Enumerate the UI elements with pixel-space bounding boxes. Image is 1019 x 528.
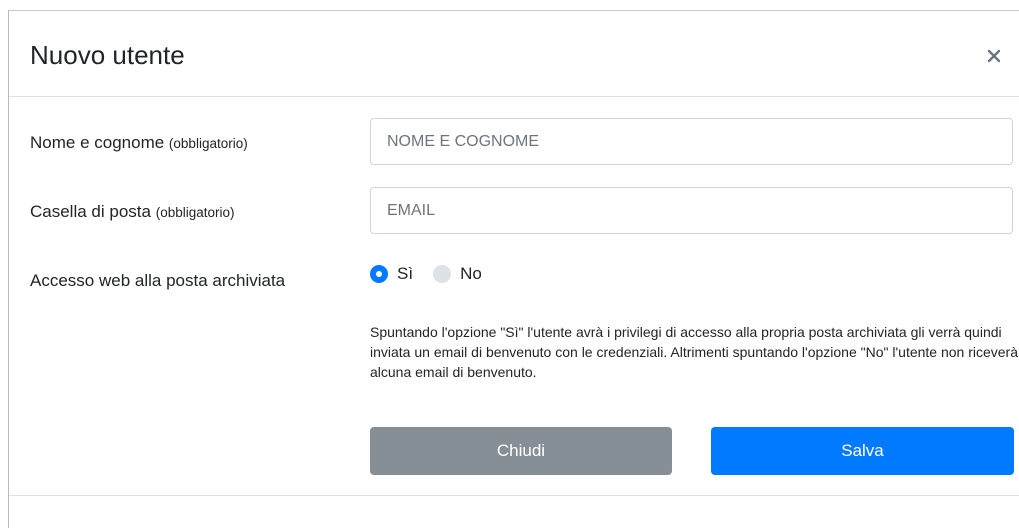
email-required-note: (obbligatorio) [155, 205, 235, 220]
name-input[interactable] [370, 118, 1013, 165]
new-user-modal: Nuovo utente Nome e cognome (obbligatori… [8, 10, 1019, 528]
radio-yes-checked-indicator[interactable] [370, 265, 388, 283]
close-icon [987, 49, 1001, 63]
footer-divider [9, 495, 1019, 496]
web-access-label: Accesso web alla posta archiviata [30, 271, 286, 290]
email-input[interactable] [370, 187, 1013, 234]
radio-no-label: No [460, 264, 482, 283]
email-label-text: Casella di posta [30, 202, 151, 221]
name-required-note: (obbligatorio) [168, 136, 248, 151]
close-dialog-button[interactable]: Chiudi [370, 427, 672, 475]
name-label: Nome e cognome (obbligatorio) [30, 133, 248, 153]
close-button[interactable] [983, 45, 1005, 67]
web-access-radio-group: Sì No [370, 263, 502, 285]
radio-option-yes[interactable]: Sì [370, 264, 413, 284]
name-label-text: Nome e cognome [30, 133, 165, 152]
save-button[interactable]: Salva [711, 427, 1014, 475]
web-access-help-text: Spuntando l'opzione "Sì" l'utente avrà i… [370, 324, 1019, 380]
email-label: Casella di posta (obbligatorio) [30, 202, 235, 222]
radio-yes-label: Sì [397, 264, 414, 283]
modal-title: Nuovo utente [30, 40, 185, 70]
radio-no-indicator[interactable] [433, 265, 452, 283]
radio-option-no[interactable]: No [433, 264, 482, 284]
modal-header: Nuovo utente [9, 11, 1019, 97]
